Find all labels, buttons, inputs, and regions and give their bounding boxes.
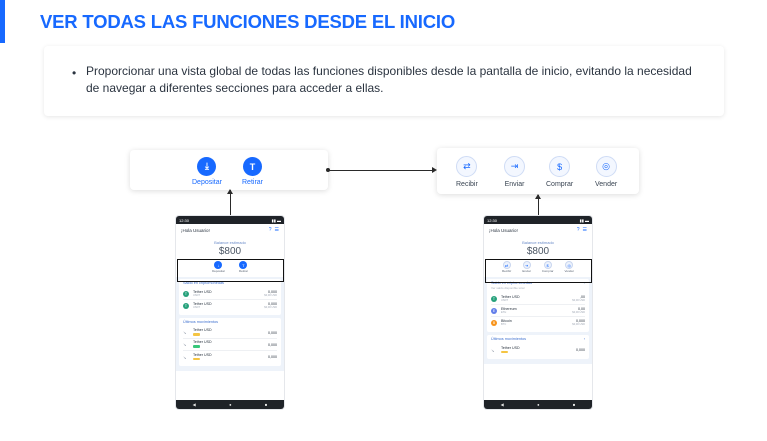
zoom-action-label: Enviar [504, 181, 525, 188]
section-subtitle: Ver saldo disponible total [491, 286, 525, 290]
balance-label: Balance estimado [522, 240, 554, 245]
transfer-icon: ↘ [491, 347, 495, 353]
connector-arrow [432, 167, 437, 173]
recent-apps-icon[interactable]: ■ [573, 402, 575, 407]
help-icon[interactable]: ? [269, 227, 272, 233]
zoom-action-label: Retirar [242, 179, 264, 186]
receive-icon: ⇄ [456, 156, 478, 177]
home-icon[interactable]: ● [537, 402, 539, 407]
recent-movements-card: Últimos movimientos › ↘ Tether USD 0,000 [487, 335, 589, 359]
status-badge [193, 345, 200, 348]
connector-arrow [535, 194, 541, 199]
zoom-action-vender[interactable]: ◎ Vender [595, 156, 617, 188]
status-time: 12:30 [179, 217, 190, 223]
status-bar: 12:30 ▮▮ ▬ [484, 216, 592, 224]
content-section: Saldo en criptomonedas T Tether USD USDT … [176, 277, 284, 371]
highlight-box-after [485, 259, 592, 283]
app-header: ¡Hola Usuario! ? ☰ [484, 224, 592, 236]
app-header: ¡Hola Usuario! ? ☰ [176, 224, 284, 236]
status-badge [193, 333, 200, 336]
status-bar: 12:30 ▮▮ ▬ [176, 216, 284, 224]
recent-movements-card: Últimos movimientos ↘ Tether USD 0,000 ↘… [179, 318, 281, 366]
status-badge [501, 350, 508, 354]
zoom-action-recibir[interactable]: ⇄ Recibir [456, 156, 478, 188]
balance-value: $800 [218, 246, 242, 257]
highlight-box-before [177, 259, 284, 282]
zoom-action-label: Vender [595, 181, 618, 188]
list-item[interactable]: ↘ Tether USD 0,000 [183, 327, 277, 339]
zoom-card-before: ⤓ Depositar T Retirar [130, 150, 328, 190]
balance-value: $800 [526, 246, 550, 257]
zoom-card-after: ⇄ Recibir ⇥ Enviar $ Comprar ◎ Vender [437, 148, 639, 194]
android-nav-bar: ◀ ● ■ [484, 400, 592, 409]
help-icon[interactable]: ? [577, 227, 580, 233]
phone-after: 12:30 ▮▮ ▬ ¡Hola Usuario! ? ☰ Balance est… [484, 216, 592, 409]
zoom-action-enviar[interactable]: ⇥ Enviar [504, 156, 525, 188]
zoom-action-label: Recibir [456, 181, 478, 188]
section-title: Últimos movimientos [491, 337, 527, 341]
list-item[interactable]: ↘ Tether USD 0,000 [183, 339, 277, 351]
back-icon[interactable]: ◀ [501, 402, 504, 407]
transfer-icon: ↘ [183, 342, 187, 347]
greeting: ¡Hola Usuario! [181, 227, 210, 233]
chevron-right-icon[interactable]: › [584, 337, 585, 341]
zoom-action-depositar[interactable]: ⤓ Depositar [192, 157, 222, 186]
ethereum-icon: E [491, 307, 497, 314]
download-icon: ⤓ [197, 157, 217, 176]
zoom-action-comprar[interactable]: $ Comprar [546, 156, 573, 188]
balance-block: Balance estimado $800 [484, 240, 592, 257]
crypto-balances-card: Saldo en criptomonedas T Tether USD USDT … [179, 279, 281, 315]
list-item[interactable]: E Ethereum ETH 0,00 $0,00 USD [491, 305, 585, 317]
balance-label: Balance estimado [214, 240, 246, 245]
menu-icon[interactable]: ☰ [583, 227, 587, 233]
greeting: ¡Hola Usuario! [489, 227, 518, 233]
title-accent-bar [0, 0, 5, 43]
list-item[interactable]: ↘ Tether USD 0,000 [491, 344, 585, 356]
connector-arrow [227, 189, 233, 194]
bitcoin-icon: B [491, 320, 497, 326]
transfer-icon: ↘ [183, 354, 187, 360]
send-icon: ⇥ [504, 156, 525, 177]
list-item[interactable]: T Tether USD USDT 0,000 $0,00 USD [183, 288, 277, 300]
list-item[interactable]: T Tether USD USDT 0,000 $0,00 USD [183, 300, 277, 312]
phone-before: 12:30 ▮▮ ▬ ¡Hola Usuario! ? ☰ Balance est… [176, 216, 284, 409]
zoom-action-label: Comprar [546, 181, 574, 188]
connector-line-horizontal [328, 170, 432, 171]
signal-battery-icon: ▮▮ ▬ [579, 217, 589, 223]
section-title: Últimos movimientos [183, 320, 219, 324]
tether-icon: T [183, 290, 189, 297]
crypto-balances-card: Saldo en criptomonedas › Ver saldo dispon… [487, 279, 589, 332]
content-section: Saldo en criptomonedas › Ver saldo dispon… [484, 277, 592, 364]
tether-icon: T [183, 303, 189, 309]
bullet-marker: • [72, 66, 77, 80]
list-item[interactable]: ↘ Tether USD 0,000 [183, 351, 277, 363]
token-icon: T [243, 157, 262, 176]
zoom-action-label: Depositar [192, 179, 222, 186]
zoom-action-retirar[interactable]: T Retirar [242, 157, 263, 186]
description-card: • Proporcionar una vista global de todas… [44, 46, 724, 116]
buy-icon: $ [549, 156, 571, 177]
slide-title: VER TODAS LAS FUNCIONES DESDE EL INICIO [40, 11, 456, 32]
recent-apps-icon[interactable]: ■ [265, 402, 267, 407]
transfer-icon: ↘ [183, 330, 187, 335]
menu-icon[interactable]: ☰ [275, 227, 279, 233]
home-icon[interactable]: ● [229, 402, 231, 407]
sell-icon: ◎ [595, 156, 617, 177]
status-badge [193, 357, 200, 361]
list-item[interactable]: B Bitcoin BTC 0,000 $0,00 USD [491, 317, 585, 329]
description-text: Proporcionar una vista global de todas l… [86, 64, 692, 95]
signal-battery-icon: ▮▮ ▬ [271, 217, 281, 223]
android-nav-bar: ◀ ● ■ [176, 400, 284, 409]
tether-icon: T [491, 295, 497, 302]
status-time: 12:30 [487, 217, 498, 223]
back-icon[interactable]: ◀ [193, 402, 196, 407]
list-item[interactable]: T Tether USD USDT ,00 $0,00 USD [491, 293, 585, 305]
balance-block: Balance estimado $800 [176, 240, 284, 257]
